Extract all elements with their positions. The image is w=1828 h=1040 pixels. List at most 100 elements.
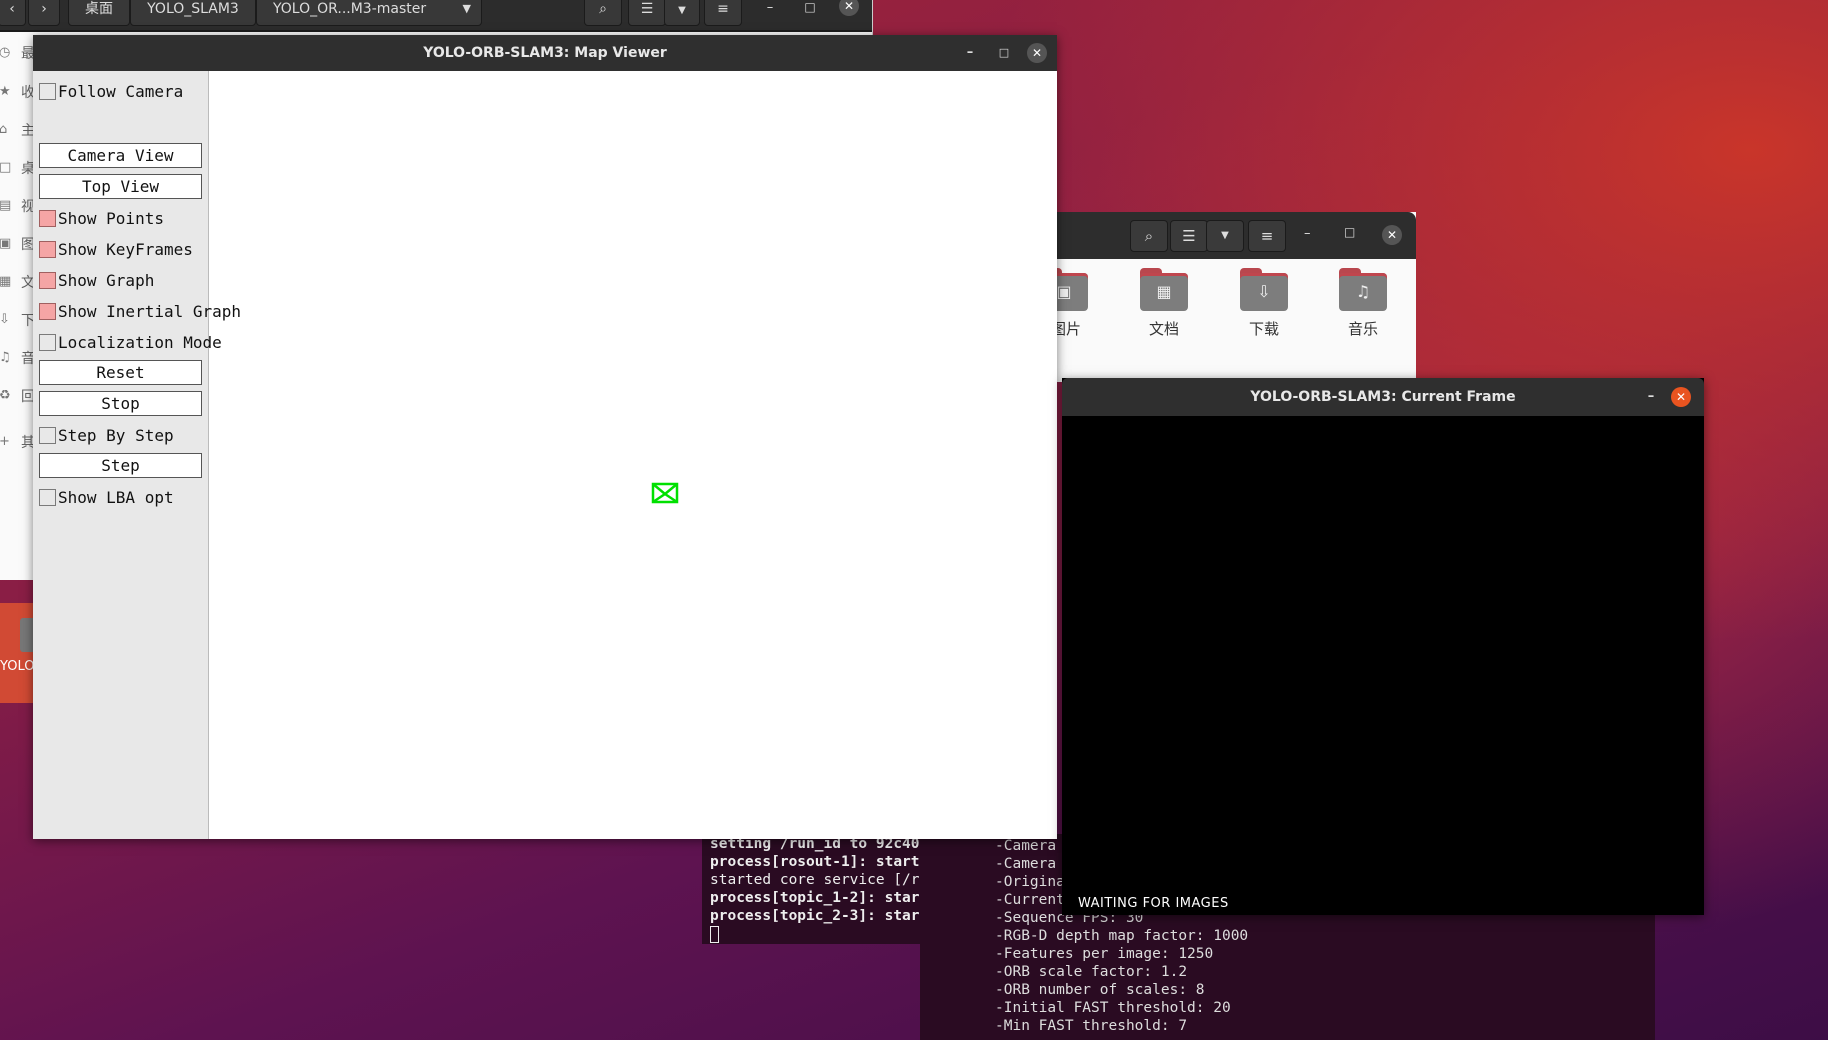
close-button[interactable]: ✕: [1027, 43, 1047, 63]
frame-image-view: [1062, 416, 1704, 915]
sidebar-item-starred[interactable]: ★ 收: [0, 82, 35, 102]
terminal-line: -Features per image: 1250: [995, 946, 1214, 962]
terminal-line: -Min FAST threshold: 7: [995, 1018, 1188, 1034]
search-button[interactable]: ⌕: [1130, 220, 1168, 252]
close-button[interactable]: ✕: [1671, 387, 1691, 407]
window-title: YOLO-ORB-SLAM3: Map Viewer: [423, 45, 667, 61]
file-manager-headerbar: ‹ › 桌面 YOLO_SLAM3 YOLO_OR...M3-master ▼ …: [0, 0, 872, 32]
view-options-button[interactable]: ▼: [1206, 220, 1244, 252]
status-text: WAITING FOR IMAGES: [1078, 896, 1229, 911]
list-view-icon: ☰: [1182, 227, 1196, 245]
terminal-line: started core service [/r: [710, 872, 920, 888]
checkbox-box[interactable]: [39, 303, 56, 320]
chevron-down-icon: ▼: [678, 5, 686, 16]
sidebar-item-pictures[interactable]: ▣ 图: [0, 234, 35, 254]
reset-button[interactable]: Reset: [39, 360, 202, 385]
terminal-line: -Camera: [995, 838, 1057, 854]
terminal-line: -Origina: [995, 874, 1065, 890]
maximize-button[interactable]: □: [991, 35, 1017, 71]
terminal-left[interactable]: setting /run_id to 92c40 process[rosout-…: [702, 834, 924, 944]
view-list-button[interactable]: ☰: [1170, 220, 1208, 252]
sidebar-item-downloads[interactable]: ⇩ 下: [0, 310, 35, 330]
current-frame-window: YOLO-ORB-SLAM3: Current Frame – ✕ WAITIN…: [1062, 378, 1704, 915]
sidebar-item-recent[interactable]: ◷ 最: [0, 43, 35, 63]
search-button[interactable]: ⌕: [584, 0, 622, 26]
close-icon: ✕: [1386, 228, 1398, 242]
close-button[interactable]: ✕: [1382, 225, 1402, 245]
hamburger-icon: ≡: [1260, 227, 1274, 245]
minimize-button[interactable]: –: [957, 35, 983, 71]
folder-music[interactable]: ♫: [1339, 268, 1389, 312]
search-icon: ⌕: [1144, 227, 1154, 245]
view-options-button[interactable]: ▼: [664, 0, 700, 26]
sidebar-item-other-locations[interactable]: + 其: [0, 432, 35, 452]
maximize-button[interactable]: □: [800, 0, 820, 20]
map-3d-view[interactable]: [209, 71, 1057, 839]
chevron-right-icon: ›: [41, 1, 47, 17]
folder-documents[interactable]: ▦: [1140, 268, 1190, 312]
menu-button[interactable]: ≡: [704, 0, 742, 26]
sidebar-item-music[interactable]: ♫ 音: [0, 348, 35, 368]
dropdown-icon: ▼: [462, 2, 471, 15]
search-icon: ⌕: [599, 1, 607, 17]
download-icon: ⇩: [0, 312, 10, 327]
back-button[interactable]: ‹: [0, 0, 26, 26]
download-icon: ⇩: [1257, 282, 1271, 301]
checkbox-box[interactable]: [39, 241, 56, 258]
picture-icon: ▣: [0, 236, 12, 251]
path-segment-desktop[interactable]: 桌面: [68, 0, 130, 26]
sidebar-item-desktop[interactable]: □ 桌: [0, 158, 35, 178]
camera-view-button[interactable]: Camera View: [39, 143, 202, 168]
checkbox-box[interactable]: [39, 83, 56, 100]
map-viewer-window: YOLO-ORB-SLAM3: Map Viewer – □ ✕ Follow …: [33, 35, 1057, 839]
stop-button[interactable]: Stop: [39, 391, 202, 416]
map-viewer-titlebar: YOLO-ORB-SLAM3: Map Viewer – □ ✕: [33, 35, 1057, 71]
minimize-button[interactable]: –: [1304, 226, 1311, 241]
minimize-button[interactable]: –: [1638, 378, 1664, 416]
window-title: YOLO-ORB-SLAM3: Current Frame: [1250, 389, 1516, 405]
terminal-line: process[rosout-1]: start: [710, 854, 920, 870]
folder-downloads[interactable]: ⇩: [1240, 268, 1290, 312]
clock-icon: ◷: [0, 45, 11, 60]
terminal-line: -ORB scale factor: 1.2: [995, 964, 1188, 980]
top-view-button[interactable]: Top View: [39, 174, 202, 199]
current-frame-titlebar: YOLO-ORB-SLAM3: Current Frame – ✕: [1062, 378, 1704, 416]
sidebar-item-videos[interactable]: ▤ 视: [0, 196, 35, 216]
document-icon: ▦: [0, 274, 12, 289]
step-button[interactable]: Step: [39, 453, 202, 478]
maximize-button[interactable]: □: [1344, 225, 1355, 239]
video-icon: ▤: [0, 198, 12, 213]
desktop-icon: □: [0, 160, 12, 175]
terminal-line: process[topic_1-2]: star: [710, 890, 920, 906]
chevron-down-icon: ▼: [1221, 230, 1229, 241]
path-segment-master[interactable]: YOLO_OR...M3-master ▼: [256, 0, 482, 26]
terminal-line: -RGB-D depth map factor: 1000: [995, 928, 1249, 944]
checkbox-box[interactable]: [39, 210, 56, 227]
checkbox-box[interactable]: [39, 427, 56, 444]
path-segment-yolo-slam3[interactable]: YOLO_SLAM3: [130, 0, 256, 26]
sidebar-item-home[interactable]: ⌂ 主: [0, 120, 35, 140]
minimize-button[interactable]: –: [760, 0, 780, 20]
folder-icon: [20, 618, 34, 652]
terminal-line: process[topic_2-3]: star: [710, 908, 920, 924]
close-button[interactable]: ✕: [839, 0, 859, 16]
forward-button[interactable]: ›: [28, 0, 60, 26]
checkbox-box[interactable]: [39, 272, 56, 289]
menu-button[interactable]: ≡: [1248, 220, 1286, 252]
checkbox-box[interactable]: [39, 334, 56, 351]
launcher-item[interactable]: YOLO: [0, 603, 34, 703]
hamburger-icon: ≡: [717, 1, 729, 17]
close-icon: ✕: [1675, 390, 1687, 404]
terminal-cursor: [710, 926, 719, 943]
document-icon: ▦: [1156, 282, 1172, 301]
view-list-button[interactable]: ☰: [628, 0, 666, 26]
terminal-line: -ORB number of scales: 8: [995, 982, 1205, 998]
terminal-line: -Initial FAST threshold: 20: [995, 1000, 1231, 1016]
checkbox-box[interactable]: [39, 489, 56, 506]
trash-icon: ♻: [0, 388, 11, 403]
sidebar-item-trash[interactable]: ♻ 回: [0, 386, 35, 406]
chevron-left-icon: ‹: [9, 1, 15, 17]
sidebar-item-documents[interactable]: ▦ 文: [0, 272, 35, 292]
launcher-label: YOLO: [0, 659, 35, 674]
close-icon: ✕: [843, 0, 855, 13]
